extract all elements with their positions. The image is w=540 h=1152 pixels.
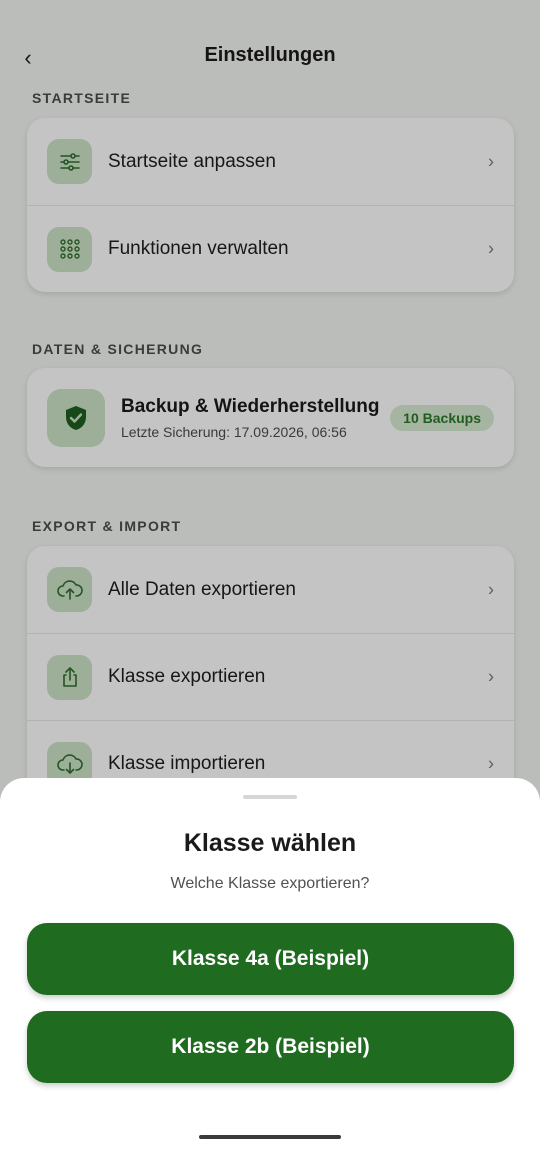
drag-handle[interactable] bbox=[243, 795, 297, 799]
sheet-title: Klasse wählen bbox=[183, 829, 357, 857]
class-picker-sheet: Klasse wählen Welche Klasse exportieren?… bbox=[0, 778, 540, 1152]
home-indicator bbox=[199, 1135, 341, 1139]
sheet-subtitle: Welche Klasse exportieren? bbox=[170, 875, 370, 892]
settings-screen: ‹ Einstellungen STARTSEITE Startseite an… bbox=[0, 0, 540, 1152]
class-option-button-4a[interactable]: Klasse 4a (Beispiel) bbox=[27, 923, 514, 995]
class-option-button-2b[interactable]: Klasse 2b (Beispiel) bbox=[27, 1011, 514, 1083]
